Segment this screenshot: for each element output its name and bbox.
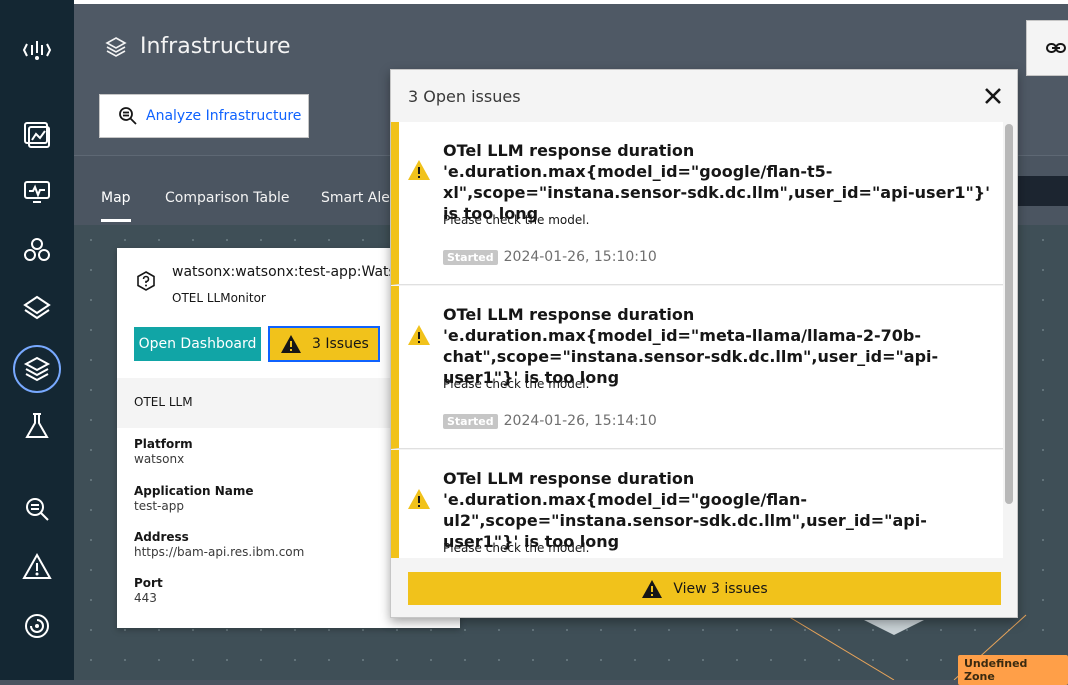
search-field[interactable] [1016,176,1068,206]
scroll-thumb[interactable] [1005,124,1013,504]
entity-help-icon [137,271,155,291]
started-tag: Started [443,413,498,429]
issues-scrollbar[interactable] [1005,124,1013,504]
analyze-infrastructure-label: Analyze Infrastructure [146,108,302,124]
started-tag: Started [443,249,498,265]
copy-link-button[interactable] [1026,20,1068,76]
monitoring-icon[interactable] [15,170,59,214]
tab-map[interactable]: Map [101,190,131,206]
zone-label: Undefined Zone [958,655,1068,685]
warning-icon [408,489,430,509]
issue-list: OTel LLM response duration 'e.duration.m… [391,122,1017,558]
tab-smart-alerts[interactable]: Smart Ale [321,190,390,206]
platform-value: watsonx [134,452,185,466]
entity-name[interactable]: watsonx:watsonx:test-app:Watso [172,264,392,280]
entity-type: OTEL LLMonitor [172,291,266,305]
port-value: 443 [134,591,157,605]
page-title: Infrastructure [140,34,291,59]
page-title-wrap: Infrastructure [104,34,291,59]
issue-started: Started 2024-01-26, 15:10:10 [443,249,657,265]
platform-label: Platform [134,437,193,451]
warning-icon [408,325,430,345]
warning-icon [642,579,663,598]
popover-title: 3 Open issues [408,87,521,106]
infrastructure-title-icon [105,36,127,57]
instana-logo-icon[interactable] [15,28,59,72]
issue-title[interactable]: OTel LLM response duration 'e.duration.m… [443,304,998,388]
top-border [74,0,1068,4]
warning-icon [281,335,301,353]
open-dashboard-button[interactable]: Open Dashboard [134,327,261,361]
close-icon[interactable] [981,84,1005,108]
issues-button[interactable]: 3 Issues [268,326,380,362]
application-name-value: test-app [134,499,184,513]
issues-popover: 3 Open issues OTel LLM response duration… [390,69,1018,618]
link-icon [1046,43,1066,53]
tab-map-underline [101,219,131,222]
automation-icon[interactable] [15,604,59,648]
issue-item[interactable]: OTel LLM response duration 'e.duration.m… [391,122,1003,285]
dashboard-icon[interactable] [15,112,59,156]
issues-button-label: 3 Issues [312,336,369,352]
view-issues-button[interactable]: View 3 issues [408,572,1001,605]
left-nav [0,0,74,680]
section-label: OTEL LLM [134,395,193,409]
issue-message: Please check the model. [443,541,590,555]
events-warning-icon[interactable] [15,545,59,589]
warning-icon [408,160,430,180]
issue-message: Please check the model. [443,213,590,227]
address-label: Address [134,530,189,544]
issue-title[interactable]: OTel LLM response duration 'e.duration.m… [443,140,998,224]
tab-comparison-table[interactable]: Comparison Table [165,190,289,206]
port-label: Port [134,576,163,590]
address-value: https://bam-api.res.ibm.com [134,545,305,559]
lab-flask-icon[interactable] [15,404,59,448]
analyze-infrastructure-button[interactable]: Analyze Infrastructure [99,94,309,138]
analyze-search-icon[interactable] [15,487,59,531]
started-time: 2024-01-26, 15:14:10 [503,413,657,429]
issue-item[interactable]: OTel LLM response duration 'e.duration.m… [391,286,1003,449]
view-issues-label: View 3 issues [673,580,768,597]
platforms-icon[interactable] [15,286,59,330]
infrastructure-icon[interactable] [13,345,61,393]
applications-icon[interactable] [15,228,59,272]
application-name-label: Application Name [134,484,254,498]
issue-message: Please check the model. [443,377,590,391]
analyze-icon [119,107,137,125]
issue-title[interactable]: OTel LLM response duration 'e.duration.m… [443,468,998,552]
issue-started: Started 2024-01-26, 15:14:10 [443,413,657,429]
started-time: 2024-01-26, 15:10:10 [503,249,657,265]
issue-item[interactable]: OTel LLM response duration 'e.duration.m… [391,450,1003,558]
